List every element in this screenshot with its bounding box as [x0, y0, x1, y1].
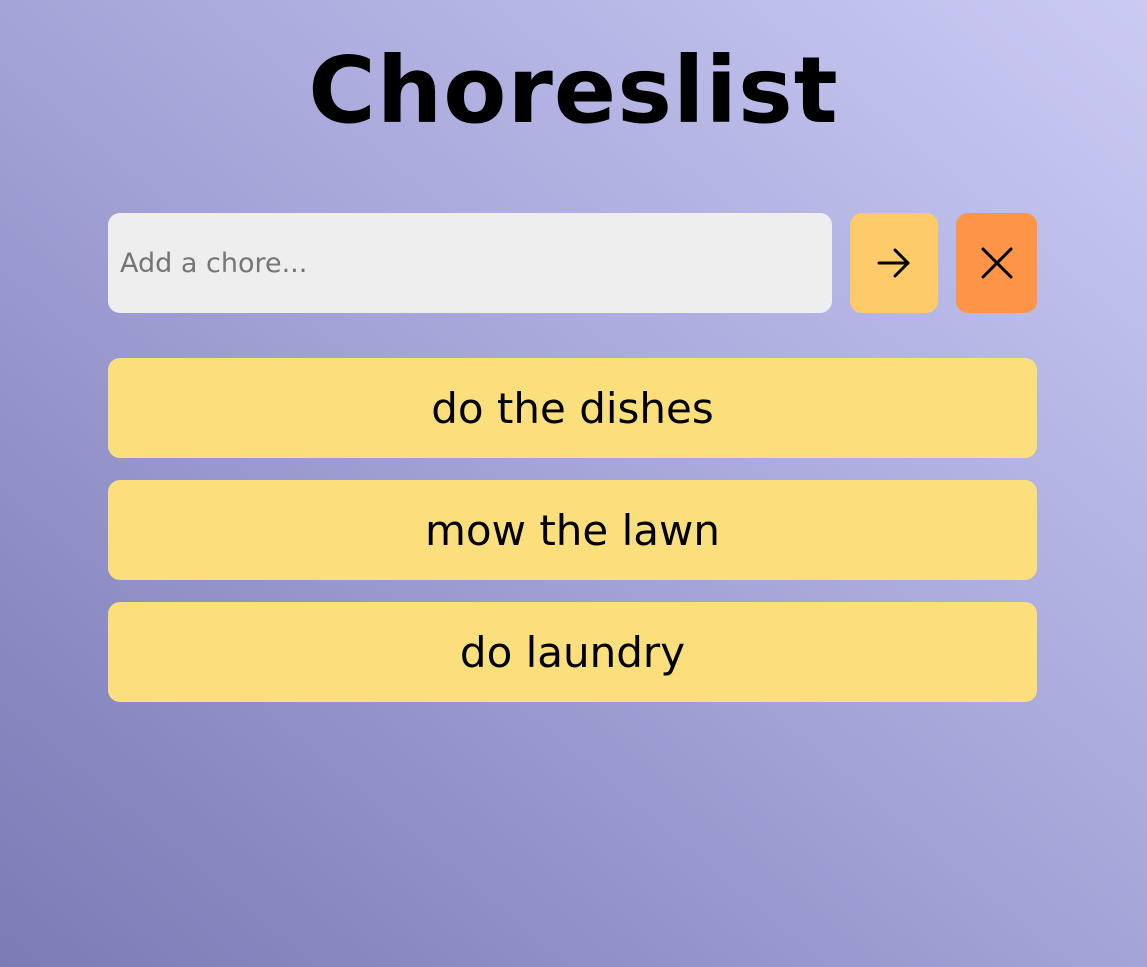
chore-item[interactable]: do the dishes [108, 358, 1037, 458]
chore-item[interactable]: mow the lawn [108, 480, 1037, 580]
arrow-right-icon [877, 248, 910, 278]
close-icon [981, 247, 1012, 279]
add-chore-input[interactable] [108, 213, 832, 313]
chore-list: do the dishes mow the lawn do laundry [108, 358, 1037, 724]
app-title: Choreslist [308, 37, 839, 144]
chore-item[interactable]: do laundry [108, 602, 1037, 702]
add-chore-button[interactable] [850, 213, 938, 313]
clear-chores-button[interactable] [956, 213, 1037, 313]
